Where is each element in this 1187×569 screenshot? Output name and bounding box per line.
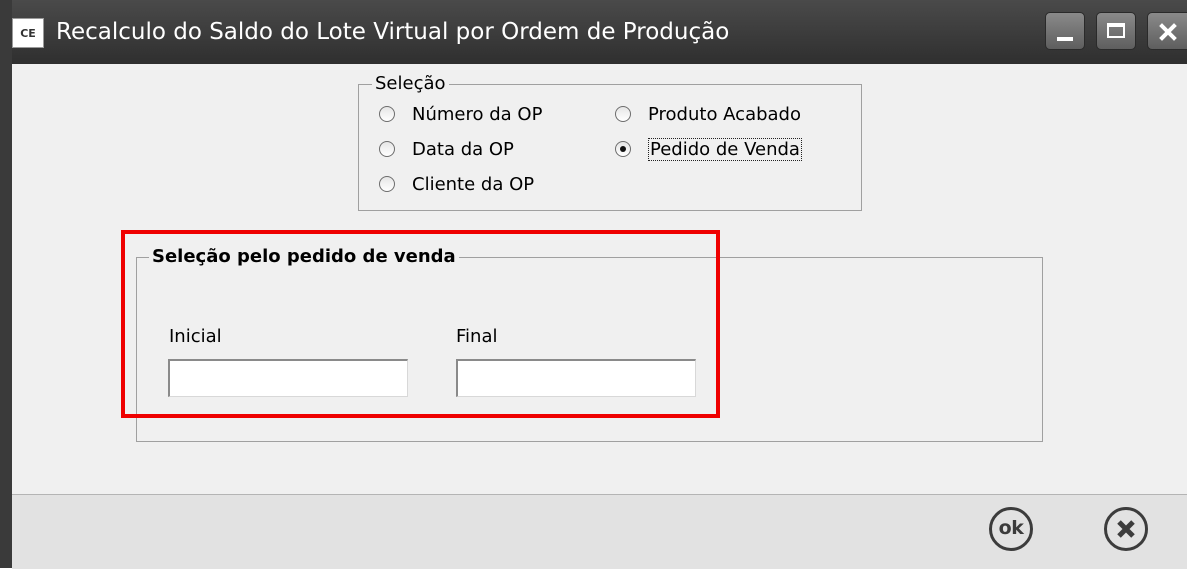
dialog-content: Seleção Número da OP Data da OP Cliente … — [12, 64, 1187, 494]
radio-numero-op[interactable]: Número da OP — [379, 102, 542, 126]
close-window-button[interactable] — [1147, 12, 1187, 50]
final-label: Final — [456, 326, 498, 347]
selecao-legend: Seleção — [372, 73, 449, 94]
close-icon — [1159, 23, 1177, 41]
radio-produto-acabado[interactable]: Produto Acabado — [615, 102, 801, 126]
final-input[interactable] — [456, 359, 696, 397]
radio-circle — [615, 106, 631, 122]
minimize-icon — [1057, 37, 1073, 41]
ok-button[interactable]: ok — [989, 507, 1033, 551]
minimize-button[interactable] — [1045, 12, 1085, 50]
radio-cliente-op[interactable]: Cliente da OP — [379, 172, 534, 196]
pedido-venda-legend: Seleção pelo pedido de venda — [149, 246, 459, 267]
dialog-window: CE Recalculo do Saldo do Lote Virtual po… — [0, 0, 1187, 569]
window-title: Recalculo do Saldo do Lote Virtual por O… — [56, 19, 730, 45]
title-bar[interactable]: CE Recalculo do Saldo do Lote Virtual po… — [0, 0, 1187, 64]
ok-button-label: ok — [998, 517, 1024, 539]
radio-label: Cliente da OP — [412, 173, 535, 195]
radio-label: Data da OP — [412, 138, 514, 160]
radio-data-op[interactable]: Data da OP — [379, 137, 514, 161]
selecao-groupbox: Seleção Número da OP Data da OP Cliente … — [358, 73, 862, 211]
radio-circle — [379, 141, 395, 157]
window-left-border — [0, 0, 12, 568]
cancel-button[interactable] — [1104, 507, 1148, 551]
radio-label: Pedido de Venda — [648, 137, 802, 161]
radio-circle-checked — [615, 141, 631, 157]
radio-label: Número da OP — [412, 103, 543, 125]
app-icon: CE — [12, 18, 44, 48]
radio-circle — [379, 176, 395, 192]
radio-pedido-venda[interactable]: Pedido de Venda — [615, 137, 802, 161]
radio-circle — [379, 106, 395, 122]
radio-label: Produto Acabado — [648, 103, 801, 125]
inicial-input[interactable] — [168, 359, 408, 397]
inicial-label: Inicial — [169, 326, 222, 347]
cancel-icon — [1117, 520, 1135, 538]
pedido-venda-groupbox: Seleção pelo pedido de venda — [136, 246, 1043, 442]
maximize-icon — [1107, 23, 1125, 38]
maximize-button[interactable] — [1096, 12, 1136, 50]
